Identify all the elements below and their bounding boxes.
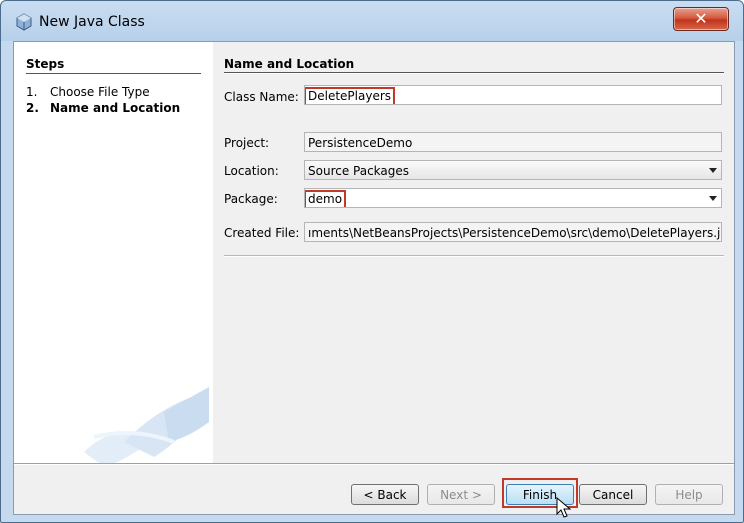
netbeans-watermark-icon (84, 387, 209, 463)
section-heading: Name and Location (224, 57, 355, 71)
package-label: Package: (224, 192, 278, 206)
window-title: New Java Class (39, 14, 145, 30)
title-bar[interactable]: New Java Class ✕ (1, 1, 743, 41)
mouse-pointer-icon (556, 497, 572, 518)
steps-heading: Steps (26, 57, 65, 71)
location-label: Location: (224, 164, 279, 178)
package-value: demo (305, 190, 347, 207)
name-location-panel: Name and Location Class Name: DeletePlay… (213, 42, 734, 463)
class-name-value: DeletePlayers (305, 87, 396, 104)
created-file-label: Created File: (224, 226, 300, 240)
close-button[interactable]: ✕ (673, 7, 729, 31)
location-value: Source Packages (308, 164, 410, 178)
next-button[interactable]: Next > (427, 484, 495, 505)
step-number: 2. (26, 101, 39, 115)
chevron-down-icon[interactable] (709, 168, 717, 173)
help-button[interactable]: Help (655, 484, 723, 505)
steps-panel: Steps 1. Choose File Type 2. Name and Loca… (14, 42, 213, 463)
steps-divider (26, 73, 201, 74)
package-combo[interactable]: demo (304, 188, 722, 208)
cancel-button[interactable]: Cancel (579, 484, 647, 505)
location-select[interactable]: Source Packages (304, 160, 722, 180)
java-class-cube-icon (16, 13, 32, 31)
step-name-and-location: 2. Name and Location (26, 101, 180, 115)
class-name-label: Class Name: (224, 90, 299, 104)
project-label: Project: (224, 136, 270, 150)
project-field: PersistenceDemo (304, 132, 722, 152)
step-label: Name and Location (50, 101, 181, 115)
class-name-input[interactable]: DeletePlayers (304, 85, 722, 105)
back-button[interactable]: < Back (351, 484, 419, 505)
close-icon: ✕ (694, 9, 708, 28)
step-number: 1. (26, 85, 38, 99)
dialog-window: New Java Class ✕ Steps 1. Choose File Typ… (0, 0, 744, 523)
step-label: Choose File Type (50, 85, 150, 99)
created-file-field: ıments\NetBeansProjects\PersistenceDemo\… (304, 222, 722, 242)
chevron-down-icon[interactable] (709, 196, 717, 201)
dialog-client: Steps 1. Choose File Type 2. Name and Loca… (13, 41, 735, 518)
step-choose-file-type: 1. Choose File Type (26, 85, 150, 99)
